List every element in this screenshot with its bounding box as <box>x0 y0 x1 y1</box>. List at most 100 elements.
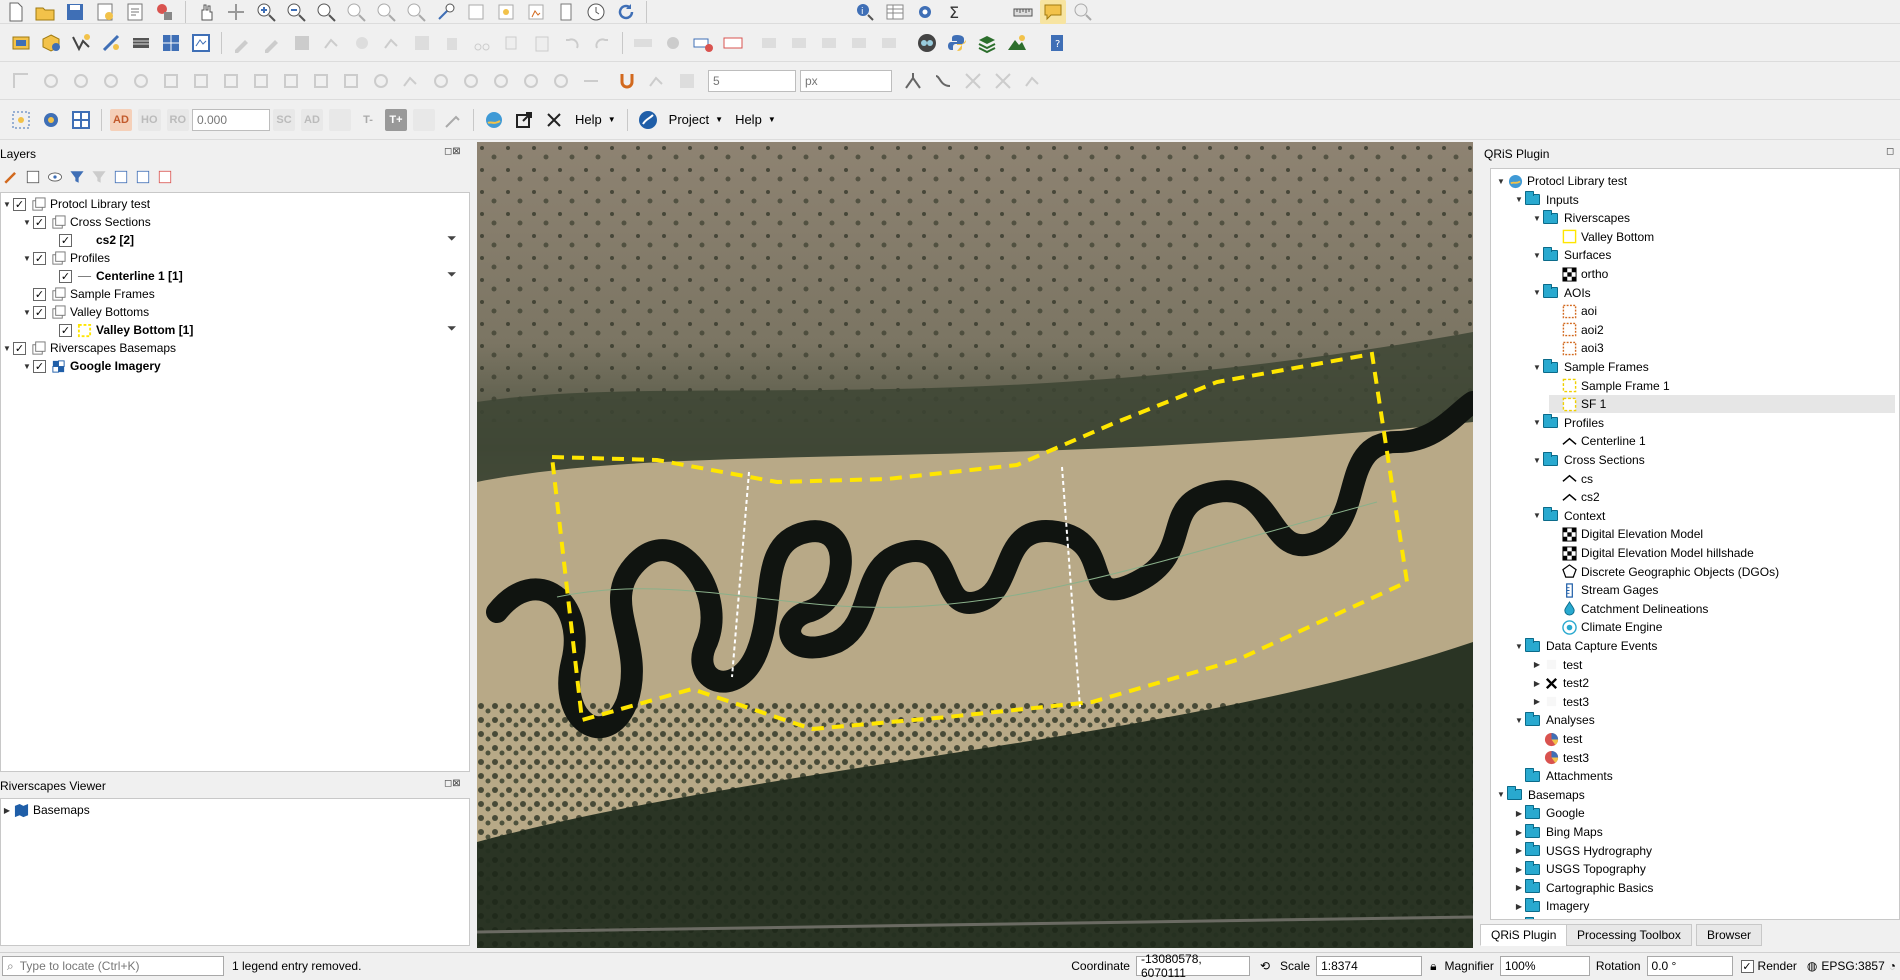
tree-row[interactable]: ▼ ✓ Riverscapes Basemaps <box>1 339 176 357</box>
new-project-icon[interactable] <box>2 0 28 25</box>
expand-arrow-icon[interactable]: ▶ <box>1513 809 1525 818</box>
circle-tool-3-icon[interactable] <box>98 68 124 94</box>
undo-icon[interactable] <box>559 30 585 56</box>
label-pin-icon[interactable] <box>660 30 686 56</box>
close-x-icon[interactable] <box>541 107 567 133</box>
qris-tree-row[interactable]: ▼ Protocl Library test <box>1495 172 1627 190</box>
qris-tree-row[interactable]: ▼ Riverscapes <box>1531 209 1630 227</box>
expand-arrow-icon[interactable]: ▶ <box>1531 697 1543 706</box>
plugin-stack-icon[interactable] <box>974 30 1000 56</box>
blank-button-2[interactable] <box>413 108 435 131</box>
expand-arrow-icon[interactable]: ▼ <box>1495 177 1507 186</box>
temporal-controller-icon[interactable] <box>583 0 609 25</box>
qris-tree-row[interactable]: SF 1 <box>1549 395 1895 414</box>
ro-button[interactable]: RO <box>166 108 189 131</box>
zoom-selection-icon[interactable] <box>343 0 369 25</box>
merge-attributes-icon[interactable] <box>338 68 364 94</box>
highlight-pinned-icon[interactable] <box>756 30 782 56</box>
split-features-icon[interactable] <box>248 68 274 94</box>
move-label-icon[interactable] <box>786 30 812 56</box>
add-vector-layer-icon[interactable] <box>68 30 94 56</box>
scale-field[interactable]: 1:8374 <box>1316 956 1423 976</box>
panel-float-close-icon[interactable]: ◻⊠ <box>444 146 461 157</box>
expand-arrow-icon[interactable]: ▼ <box>1513 642 1525 651</box>
expand-arrow-icon[interactable]: ▼ <box>1531 288 1543 297</box>
manage-visibility-icon[interactable] <box>46 168 64 186</box>
expand-arrow-icon[interactable]: ▼ <box>1531 214 1543 223</box>
project-menu[interactable]: Project ▼ <box>663 108 729 132</box>
copy-features-icon[interactable] <box>499 30 525 56</box>
open-project-icon[interactable] <box>32 0 58 25</box>
qris-tree-row[interactable]: ▼ Basemaps <box>1495 786 1585 804</box>
qris-tree-row[interactable]: ▶ Google <box>1513 804 1585 822</box>
qris-tree-row[interactable]: ▼ Data Capture Events <box>1513 637 1657 655</box>
change-label-icon[interactable] <box>846 30 872 56</box>
expand-arrow-icon[interactable]: ▶ <box>1 806 13 815</box>
locator-search-input[interactable]: ⌕ Type to locate (Ctrl+K) <box>2 956 224 976</box>
pan-to-selection-icon[interactable] <box>223 0 249 25</box>
expand-arrow-icon[interactable]: ▼ <box>21 308 33 317</box>
circle-tool-2-icon[interactable] <box>68 68 94 94</box>
qris-tree-row[interactable]: Climate Engine <box>1549 618 1662 636</box>
tab-qris-plugin[interactable]: QRiS Plugin <box>1480 924 1568 946</box>
zoom-native-icon[interactable] <box>403 0 429 25</box>
toggle-editing-icon[interactable] <box>259 30 285 56</box>
map-tips-bubble-icon[interactable] <box>1040 0 1066 25</box>
tab-browser[interactable]: Browser <box>1696 924 1763 946</box>
label-toolbar-icon[interactable] <box>630 30 656 56</box>
add-part-icon[interactable] <box>458 68 484 94</box>
show-hide-labels-icon[interactable] <box>876 30 902 56</box>
layer-diagram-icon[interactable] <box>720 30 746 56</box>
style-layer-icon[interactable] <box>2 168 20 186</box>
panel-float-close-icon[interactable]: ◻⊠ <box>444 778 461 789</box>
reshape-icon[interactable] <box>218 68 244 94</box>
ad-button[interactable]: AD <box>110 108 132 131</box>
qris-tree-row[interactable]: ortho <box>1549 265 1608 283</box>
tree-row[interactable]: ▼ ✓ Cross Sections <box>21 213 151 231</box>
pan-icon[interactable] <box>193 0 219 25</box>
magnifier-field[interactable]: 100% <box>1499 956 1590 976</box>
tree-row[interactable]: ▼ ✓ Google Imagery <box>21 357 161 375</box>
select-radius-icon[interactable] <box>38 107 64 133</box>
expand-arrow-icon[interactable]: ▼ <box>1 200 13 209</box>
topological-editing-icon[interactable] <box>900 68 926 94</box>
locator-icon[interactable] <box>1070 0 1096 25</box>
rotate-symbols-icon[interactable] <box>368 68 394 94</box>
save-edits-icon[interactable] <box>289 30 315 56</box>
qris-tree-row[interactable]: ▼ Analyses <box>1513 711 1595 729</box>
zoom-layer-icon[interactable] <box>373 0 399 25</box>
redo-icon[interactable] <box>589 30 615 56</box>
new-geopackage-icon[interactable] <box>38 30 64 56</box>
paste-features-icon[interactable] <box>529 30 555 56</box>
qris-tree-row[interactable]: cs2 <box>1549 488 1600 506</box>
remove-layer-icon[interactable] <box>156 168 174 186</box>
qris-tree-row[interactable]: ▶ USGS Hydrography <box>1513 842 1652 860</box>
expand-arrow-icon[interactable]: ▼ <box>21 218 33 227</box>
trim-extend-icon[interactable] <box>578 68 604 94</box>
filter-funnel-icon[interactable]: ⏷ <box>447 231 457 246</box>
shape-digitize-icon[interactable] <box>440 107 466 133</box>
tree-row[interactable]: ▼ ✓ Profiles <box>21 249 110 267</box>
qris-tree-row[interactable]: ▶ test3 <box>1531 693 1589 711</box>
sc-button[interactable]: SC <box>273 108 295 131</box>
qris-tree-row[interactable]: Catchment Delineations <box>1549 600 1708 618</box>
layer-checkbox[interactable]: ✓ <box>33 305 46 319</box>
layer-labeling-icon[interactable] <box>690 30 716 56</box>
expand-arrow-icon[interactable]: ▶ <box>1513 846 1525 855</box>
qris-tree-row[interactable]: Digital Elevation Model hillshade <box>1549 544 1754 562</box>
expand-arrow-icon[interactable]: ▶ <box>1513 902 1525 911</box>
tree-row[interactable]: ▶ Basemaps <box>1 801 90 819</box>
expand-arrow-icon[interactable]: ▶ <box>1531 679 1543 688</box>
qris-tree-row[interactable]: ▶ Imagery <box>1513 897 1589 915</box>
expand-arrow-icon[interactable]: ▼ <box>1 344 13 353</box>
blank-button[interactable] <box>329 108 351 131</box>
offset-curve-icon[interactable] <box>188 68 214 94</box>
delete-selected-icon[interactable] <box>439 30 465 56</box>
qris-tree-row[interactable]: ▼ Surfaces <box>1531 246 1611 264</box>
snap-vertex-icon[interactable] <box>644 68 670 94</box>
qris-tree-row[interactable]: ▼ Cross Sections <box>1531 451 1645 469</box>
qris-tree-row[interactable]: ▶ USGS Topography <box>1513 860 1646 878</box>
modify-attributes-icon[interactable] <box>409 30 435 56</box>
add-ring-icon[interactable] <box>428 68 454 94</box>
expand-arrow-icon[interactable]: ▼ <box>1531 363 1543 372</box>
